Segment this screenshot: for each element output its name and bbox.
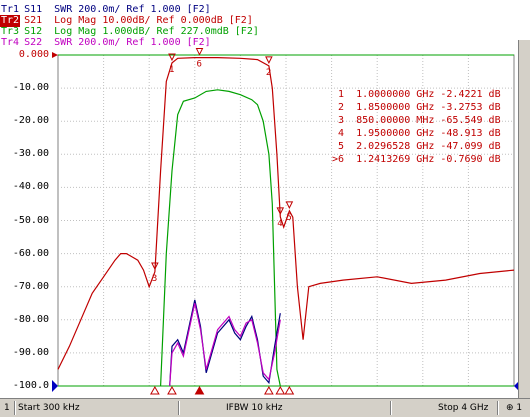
marker-5-axis-flag <box>284 385 295 395</box>
marker-value: -47.099 dB <box>440 141 501 152</box>
marker-value: -3.2753 dB <box>440 102 501 113</box>
marker-id: 5 <box>332 141 357 152</box>
marker-row: 2 1.8500000 GHz -3.2753 dB <box>332 101 501 114</box>
marker-2-label: 2 <box>266 68 271 78</box>
ref-level-arrow-icon[interactable] <box>52 52 58 58</box>
marker-value: -65.549 dB <box>440 115 501 126</box>
status-bar: 1 Start 300 kHz IFBW 10 kHz Stop 4 GHz ⊕… <box>0 398 530 417</box>
marker-row: >6 1.2413269 GHz -0.7690 dB <box>332 153 501 166</box>
start-frequency[interactable]: Start 300 kHz <box>18 399 80 417</box>
marker-4-axis-flag <box>275 385 286 395</box>
marker-frequency: 1.8500000 GHz <box>356 102 441 113</box>
marker-value: -48.913 dB <box>440 128 501 139</box>
marker-3-label: 3 <box>152 274 157 284</box>
marker-row: 5 2.0296528 GHz -47.099 dB <box>332 140 501 153</box>
marker-row: 4 1.9500000 GHz -48.913 dB <box>332 127 501 140</box>
marker-2-axis-flag <box>264 385 274 395</box>
marker-6-label: 6 <box>196 60 201 70</box>
plot-area[interactable]: 1 23456 <box>0 0 530 398</box>
marker-5-label: 5 <box>286 213 291 223</box>
marker-1-label: 1 <box>169 65 174 75</box>
marker-4-label: 4 <box>277 219 282 229</box>
marker-id: 1 <box>332 89 357 100</box>
marker-frequency: 1.9500000 GHz <box>356 128 441 139</box>
marker-frequency: 850.00000 MHz <box>356 115 441 126</box>
marker-3-axis-flag <box>150 385 160 395</box>
marker-id: 4 <box>332 128 357 139</box>
marker-1-axis-flag <box>167 385 177 395</box>
vna-display: { "traces": [ {"tag":"Tr1","text":"S11 S… <box>0 0 530 417</box>
marker-value: -0.7690 dB <box>440 154 501 165</box>
marker-id: 2 <box>332 102 357 113</box>
marker-6-axis-flag <box>194 385 205 395</box>
marker-6-icon <box>195 48 204 56</box>
marker-id: >6 <box>332 154 357 165</box>
stop-frequency[interactable]: Stop 4 GHz <box>438 399 488 417</box>
left-scale-arrow-icon[interactable] <box>52 380 58 392</box>
marker-id: 3 <box>332 115 357 126</box>
right-scrollbar[interactable] <box>518 40 530 398</box>
marker-row: 3 850.00000 MHz -65.549 dB <box>332 114 501 127</box>
ifbw-setting[interactable]: IFBW 10 kHz <box>226 399 282 417</box>
status-indicator: ⊕ 1 <box>506 403 523 413</box>
channel-number: 1 <box>4 403 10 413</box>
marker-value: -2.4221 dB <box>440 89 501 100</box>
marker-frequency: 1.2413269 GHz <box>356 154 441 165</box>
marker-frequency: 2.0296528 GHz <box>356 141 441 152</box>
marker-row: 1 1.0000000 GHz -2.4221 dB <box>332 88 501 101</box>
marker-frequency: 1.0000000 GHz <box>356 89 441 100</box>
